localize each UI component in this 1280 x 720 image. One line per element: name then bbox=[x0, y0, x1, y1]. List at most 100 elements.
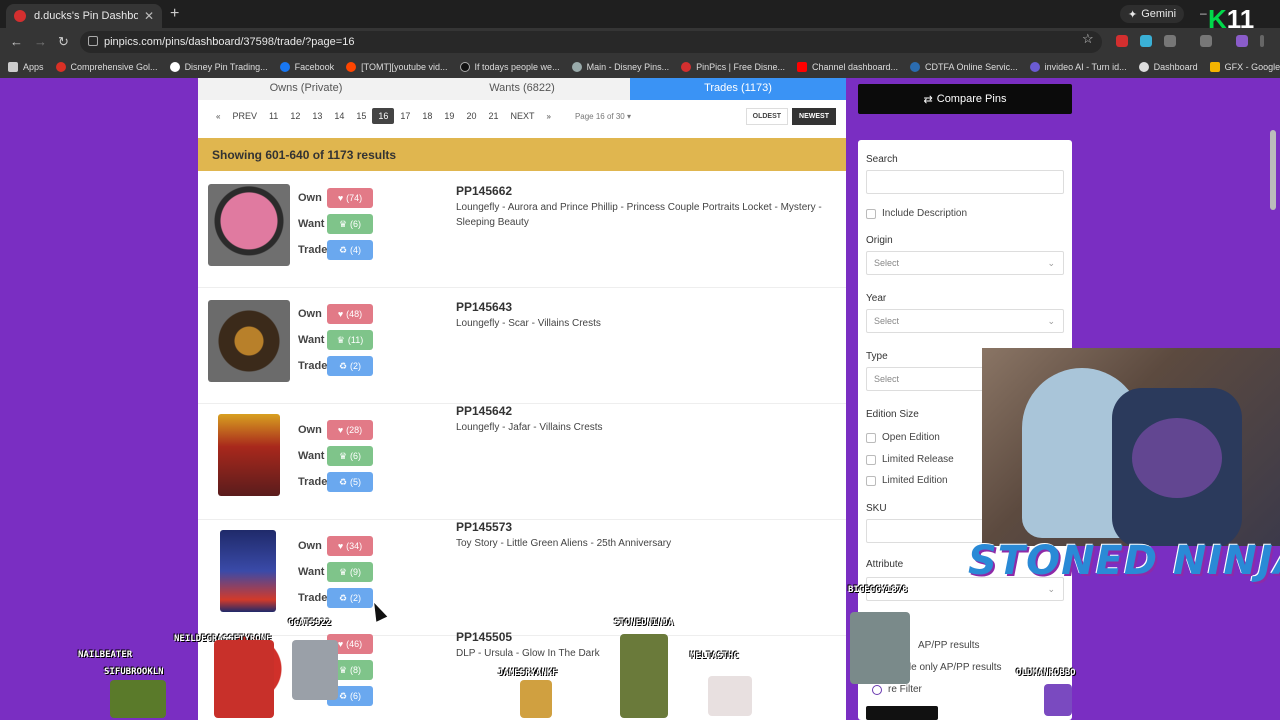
page-link[interactable]: 17 bbox=[394, 108, 416, 124]
limited-edition-checkbox[interactable]: Limited Edition bbox=[866, 475, 948, 486]
bookmark-apps[interactable]: Apps bbox=[8, 62, 44, 72]
sort-newest-button[interactable]: NEWEST bbox=[792, 108, 836, 125]
extensions-puzzle-icon[interactable] bbox=[1164, 35, 1176, 47]
bookmark-item[interactable]: invideo AI - Turn id... bbox=[1029, 62, 1127, 72]
address-bar[interactable]: pinpics.com/pins/dashboard/37598/trade/?… bbox=[80, 31, 1102, 53]
close-tab-icon[interactable]: ✕ bbox=[144, 9, 154, 23]
trade-count-button[interactable]: ♻ (4) bbox=[327, 240, 373, 260]
ap-results-option[interactable]: AP/PP results bbox=[918, 640, 980, 651]
browser-tab[interactable]: d.ducks's Pin Dashboard - PinP ✕ bbox=[6, 4, 162, 28]
tab-wants[interactable]: Wants (6822) bbox=[414, 78, 630, 100]
pin-image[interactable] bbox=[208, 300, 290, 382]
trade-count-button[interactable]: ♻ (2) bbox=[327, 356, 373, 376]
year-select[interactable]: Select ⌄ bbox=[866, 309, 1064, 333]
current-page[interactable]: 16 bbox=[372, 108, 395, 124]
tab-owns[interactable]: Owns (Private) bbox=[198, 78, 414, 100]
gemini-button[interactable]: ✦ Gemini bbox=[1120, 5, 1185, 23]
checkbox-label: Limited Edition bbox=[882, 475, 948, 486]
own-count-button[interactable]: ♥ (48) bbox=[327, 304, 373, 324]
sort-oldest-button[interactable]: OLDEST bbox=[745, 108, 789, 125]
origin-select[interactable]: Select ⌄ bbox=[866, 251, 1064, 275]
pin-id-link[interactable]: PP145662 bbox=[456, 184, 512, 198]
bookmarks-bar: Apps Comprehensive Gol... Disney Pin Tra… bbox=[0, 56, 1280, 78]
heart-icon: ♥ bbox=[337, 193, 344, 203]
search-input[interactable] bbox=[866, 170, 1064, 194]
menu-dots-icon[interactable] bbox=[1260, 35, 1264, 47]
page-link[interactable]: 18 bbox=[416, 108, 438, 124]
google-drive-icon bbox=[1209, 62, 1220, 72]
page-link[interactable]: 11 bbox=[263, 108, 284, 124]
want-count: (9) bbox=[350, 567, 362, 577]
prev-page-link[interactable]: PREV bbox=[226, 108, 263, 124]
bookmark-label: Channel dashboard... bbox=[811, 62, 899, 72]
last-page-icon[interactable]: » bbox=[540, 109, 556, 124]
want-label: Want bbox=[298, 334, 325, 346]
pin-id-link[interactable]: PP145642 bbox=[456, 404, 512, 418]
extension-icon[interactable] bbox=[1116, 35, 1128, 47]
bookmark-item[interactable]: Facebook bbox=[279, 62, 334, 72]
trade-count-button[interactable]: ♻ (2) bbox=[327, 588, 373, 608]
page-select[interactable]: Page 16 of 30 ▾ bbox=[575, 112, 631, 121]
pin-id-link[interactable]: PP145573 bbox=[456, 520, 512, 534]
site-info-icon[interactable] bbox=[88, 36, 98, 46]
first-page-icon[interactable]: « bbox=[210, 109, 226, 124]
page-link[interactable]: 12 bbox=[284, 108, 306, 124]
more-filter-option[interactable]: re Filter bbox=[872, 684, 922, 695]
want-count-button[interactable]: ♛ (6) bbox=[327, 446, 373, 466]
minimize-icon[interactable]: – bbox=[1200, 6, 1207, 20]
ap-only-option[interactable]: ude only AP/PP results bbox=[900, 662, 1002, 673]
bookmark-item[interactable]: Disney Pin Trading... bbox=[169, 62, 268, 72]
page-link[interactable]: 20 bbox=[460, 108, 482, 124]
bookmark-item[interactable]: CDTFA Online Servic... bbox=[910, 62, 1018, 72]
bookmark-item[interactable]: Channel dashboard... bbox=[796, 62, 899, 72]
reload-icon[interactable]: ↻ bbox=[58, 34, 69, 50]
page-link[interactable]: 13 bbox=[306, 108, 328, 124]
bookmark-item[interactable]: [TOMT][youtube vid... bbox=[346, 62, 448, 72]
own-count-button[interactable]: ♥ (34) bbox=[327, 536, 373, 556]
select-placeholder: Select bbox=[874, 316, 900, 326]
chat-avatar-name: GCAT5922 bbox=[288, 618, 332, 628]
want-count-button[interactable]: ♛ (6) bbox=[327, 214, 373, 234]
bookmark-item[interactable]: GFX - Google Drive bbox=[1209, 62, 1280, 72]
pin-id-link[interactable]: PP145643 bbox=[456, 300, 512, 314]
page-link[interactable]: 21 bbox=[482, 108, 504, 124]
next-page-link[interactable]: NEXT bbox=[504, 108, 540, 124]
bookmark-item[interactable]: Dashboard bbox=[1138, 62, 1198, 72]
back-icon[interactable]: ← bbox=[10, 34, 23, 49]
pin-image[interactable] bbox=[218, 414, 280, 496]
bookmark-item[interactable]: If todays people we... bbox=[459, 62, 560, 72]
profile-avatar[interactable] bbox=[1236, 35, 1248, 47]
extension-icon[interactable] bbox=[1140, 35, 1152, 47]
want-count-button[interactable]: ♛ (11) bbox=[327, 330, 373, 350]
own-count: (74) bbox=[346, 193, 363, 203]
trade-count-button[interactable]: ♻ (5) bbox=[327, 472, 373, 492]
compare-pins-button[interactable]: ⇄ Compare Pins bbox=[858, 84, 1072, 114]
pin-id-link[interactable]: PP145505 bbox=[456, 630, 512, 644]
page-link[interactable]: 14 bbox=[328, 108, 350, 124]
new-tab-icon[interactable]: + bbox=[170, 5, 179, 23]
bookmark-item[interactable]: PinPics | Free Disne... bbox=[681, 62, 785, 72]
want-count-button[interactable]: ♛ (9) bbox=[327, 562, 373, 582]
limited-release-checkbox[interactable]: Limited Release bbox=[866, 454, 954, 465]
include-description-checkbox[interactable]: Include Description bbox=[866, 208, 967, 219]
open-edition-checkbox[interactable]: Open Edition bbox=[866, 432, 940, 443]
pin-row: Own Want Trade ♥ (48) ♛ (11) ♻ (2) PP145643… bbox=[198, 288, 846, 404]
own-count-button[interactable]: ♥ (28) bbox=[327, 420, 373, 440]
own-count-button[interactable]: ♥ (74) bbox=[327, 188, 373, 208]
bookmark-label: CDTFA Online Servic... bbox=[925, 62, 1018, 72]
page-link[interactable]: 19 bbox=[438, 108, 460, 124]
chat-sprite bbox=[850, 612, 910, 684]
page-link[interactable]: 15 bbox=[350, 108, 372, 124]
bookmark-star-icon[interactable]: ☆ bbox=[1082, 31, 1094, 47]
bookmark-item[interactable]: Comprehensive Gol... bbox=[55, 62, 158, 72]
pin-image[interactable] bbox=[208, 184, 290, 266]
bookmark-item[interactable]: Main - Disney Pins... bbox=[571, 62, 669, 72]
side-panel-icon[interactable] bbox=[1200, 35, 1212, 47]
collection-tabs: Owns (Private) Wants (6822) Trades (1173… bbox=[198, 78, 846, 100]
page-scrollbar[interactable] bbox=[1270, 130, 1276, 210]
filter-pins-button[interactable] bbox=[866, 706, 938, 720]
forward-icon[interactable]: → bbox=[34, 34, 47, 49]
option-label: re Filter bbox=[888, 684, 922, 695]
pin-image[interactable] bbox=[220, 530, 276, 612]
tab-trades[interactable]: Trades (1173) bbox=[630, 78, 846, 100]
